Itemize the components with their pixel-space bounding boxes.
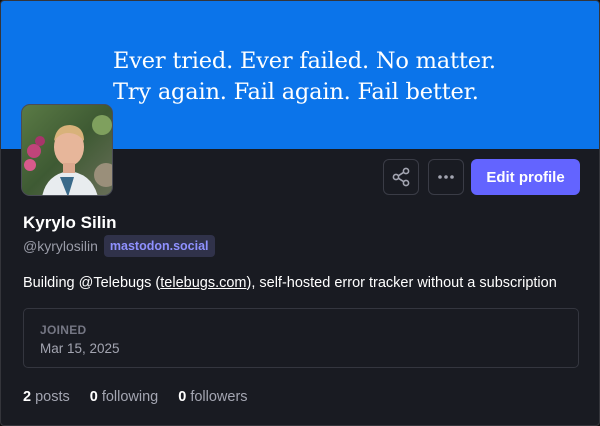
banner-quote: Ever tried. Ever failed. No matter. Try … — [113, 46, 496, 108]
account-stats: 2 posts 0 following 0 followers — [23, 389, 248, 405]
share-button[interactable] — [383, 159, 419, 195]
more-options-icon — [438, 175, 454, 179]
stat-following-count: 0 — [89, 389, 98, 405]
profile-bio: Building @Telebugs (telebugs.com), self-… — [23, 275, 583, 291]
profile-card: Ever tried. Ever failed. No matter. Try … — [0, 0, 600, 426]
bio-text-after: ), self-hosted error tracker without a s… — [246, 275, 557, 291]
stat-posts-label: posts — [35, 389, 70, 405]
banner-quote-line-2: Try again. Fail again. Fail better. — [113, 79, 479, 105]
banner-quote-line-1: Ever tried. Ever failed. No matter. — [113, 48, 496, 74]
joined-label: JOINED — [40, 323, 87, 337]
account-handle: @kyrylosilin — [23, 238, 98, 254]
stat-following[interactable]: 0 following — [90, 389, 159, 405]
server-badge[interactable]: mastodon.social — [103, 235, 215, 257]
stat-following-label: following — [101, 389, 159, 405]
stat-followers-label: followers — [190, 389, 248, 405]
display-name: Kyrylo Silin — [23, 213, 117, 232]
stat-posts[interactable]: 2 posts — [23, 389, 70, 405]
bio-link[interactable]: telebugs.com — [160, 275, 246, 291]
stat-posts-count: 2 — [23, 389, 32, 405]
stat-followers-count: 0 — [178, 389, 187, 405]
bio-text-before: Building @Telebugs ( — [23, 275, 161, 291]
account-handle-row: @kyrylosilin mastodon.social — [23, 235, 215, 257]
joined-date: Mar 15, 2025 — [40, 341, 120, 356]
edit-profile-button[interactable]: Edit profile — [471, 159, 580, 195]
avatar-photo — [22, 105, 112, 195]
avatar[interactable] — [21, 104, 113, 196]
joined-field: JOINED Mar 15, 2025 — [23, 308, 579, 368]
more-options-button[interactable] — [428, 159, 464, 195]
stat-followers[interactable]: 0 followers — [178, 389, 247, 405]
share-icon — [392, 167, 410, 187]
